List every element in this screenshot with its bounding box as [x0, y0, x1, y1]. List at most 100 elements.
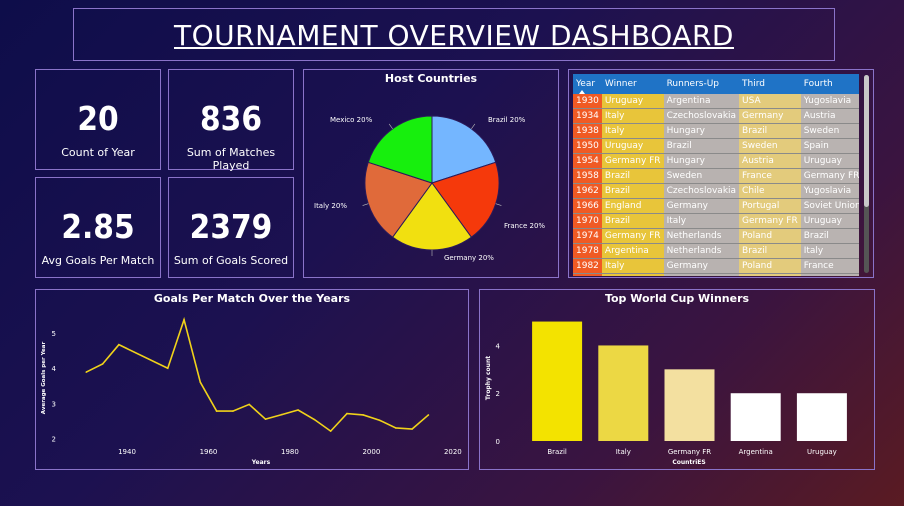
line-data-point: [297, 409, 299, 411]
line-data-point: [378, 419, 381, 422]
category-label: Uruguay: [807, 448, 837, 456]
host-countries-panel[interactable]: Host Countries Brazil 20% France 20% Germa…: [303, 69, 559, 278]
table-cell: Italy: [601, 123, 664, 139]
table-cell: Brazil: [601, 183, 664, 199]
table-viewport[interactable]: Year Winner Runners-Up Third Fourth 1930 Urug…: [573, 74, 859, 276]
line-data-point: [411, 428, 413, 430]
table-row[interactable]: 1966 England Germany Portugal Soviet Union: [573, 198, 859, 214]
table-cell: 1954: [573, 153, 602, 169]
x-tick-label: 1940: [118, 448, 136, 456]
line-data-point: [313, 418, 316, 421]
column-header[interactable]: Runners-Up: [663, 74, 740, 94]
table-row[interactable]: 1938 Italy Hungary Brazil Sweden: [573, 123, 859, 139]
table-row[interactable]: 1950 Uruguay Brazil Sweden Spain: [573, 138, 859, 154]
column-header[interactable]: Third: [739, 74, 801, 94]
y-tick-label: 4: [496, 342, 501, 350]
table-cell: Germany FR: [800, 168, 859, 184]
table-cell: Uruguay: [800, 213, 859, 229]
table-cell: Poland: [739, 228, 801, 244]
kpi-value: 2379: [189, 207, 273, 246]
column-header[interactable]: Fourth: [800, 74, 859, 94]
table-row[interactable]: 1982 Italy Germany Poland France: [573, 258, 859, 274]
table-cell: 1970: [573, 213, 602, 229]
kpi-card-goals-scored[interactable]: 2379 Sum of Goals Scored: [168, 177, 294, 278]
top-winners-panel[interactable]: Top World Cup Winners 0 2 4 Brazil Italy Germ…: [479, 289, 875, 470]
y-axis-label: Trophy count: [485, 356, 492, 400]
y-tick-label: 4: [52, 365, 57, 373]
dashboard-title: TOURNAMENT OVERVIEW DASHBOARD: [174, 19, 734, 52]
kpi-label: Sum of Matches Played: [186, 146, 276, 172]
table-row[interactable]: 1970 Brazil Italy Germany FR Uruguay: [573, 213, 859, 229]
table-cell: Italy: [601, 258, 664, 274]
table-cell: Uruguay: [800, 153, 859, 169]
column-header[interactable]: Year: [573, 74, 602, 94]
line-data-point: [427, 414, 430, 416]
table-cell: Germany: [663, 198, 740, 214]
category-label: Germany FR: [668, 448, 711, 456]
y-tick-label: 3: [52, 400, 56, 408]
column-header-label: Third: [742, 79, 766, 89]
table-cell: Brazil: [739, 123, 801, 139]
kpi-value: 836: [200, 99, 262, 138]
line-data-point: [215, 410, 218, 412]
table-cell: Netherlands: [663, 228, 740, 244]
table-cell: Sweden: [800, 123, 859, 139]
line-data-point: [199, 381, 202, 384]
line-data-point: [85, 371, 88, 373]
kpi-label: Sum of Goals Scored: [173, 254, 289, 267]
results-table-panel[interactable]: Year Winner Runners-Up Third Fourth 1930 Urug…: [568, 69, 874, 278]
line-data-point: [395, 427, 397, 429]
table-row[interactable]: 1930 Uruguay Argentina USA Yugoslavia: [573, 94, 859, 109]
table-scrollbar[interactable]: [864, 75, 869, 273]
table-row[interactable]: 1954 Germany FR Hungary Austria Uruguay: [573, 153, 859, 169]
table-cell: 1986: [573, 273, 602, 276]
table-row[interactable]: 1974 Germany FR Netherlands Poland Brazil: [573, 228, 859, 244]
table-row[interactable]: 1934 Italy Czechoslovakia Germany Austria: [573, 108, 859, 124]
table-cell: Czechoslovakia: [663, 183, 740, 199]
x-tick-label: 2000: [362, 448, 380, 456]
kpi-card-count-of-year[interactable]: 20 Count of Year: [35, 69, 161, 170]
table-cell: Germany: [739, 108, 801, 124]
line-chart[interactable]: 2 3 4 5 1940 1960 1980 2000 2020 Years Average Goa…: [36, 290, 468, 469]
table-cell: USA: [739, 94, 801, 109]
table-cell: Chile: [739, 183, 801, 199]
line-data-point: [118, 343, 120, 346]
scrollbar-thumb[interactable]: [864, 75, 869, 207]
x-axis-label: Years: [251, 459, 271, 466]
table-row[interactable]: 1978 Argentina Netherlands Brazil Italy: [573, 243, 859, 259]
kpi-value: 20: [77, 99, 119, 138]
bar-chart[interactable]: 0 2 4 Brazil Italy Germany FR Argentina Uruguay…: [480, 290, 874, 469]
bar: [598, 345, 649, 441]
table-cell: Uruguay: [601, 138, 664, 154]
table-row[interactable]: 1958 Brazil Sweden France Germany FR: [573, 168, 859, 184]
kpi-card-matches-played[interactable]: 836 Sum of Matches Played: [168, 69, 294, 172]
line-data-point: [280, 413, 283, 416]
title-box: TOURNAMENT OVERVIEW DASHBOARD: [73, 8, 835, 61]
table-cell: Spain: [800, 138, 859, 154]
line-data-point: [329, 430, 332, 432]
table-cell: Sweden: [663, 168, 740, 184]
line-data-point: [166, 367, 169, 370]
line-data-point: [346, 412, 348, 415]
kpi-value: 2.85: [61, 207, 135, 246]
pie-chart[interactable]: Brazil 20% France 20% Germany 20% Italy 20%…: [304, 70, 558, 277]
column-header[interactable]: Winner: [601, 74, 664, 94]
table-cell: 1974: [573, 228, 602, 244]
table-cell: 1982: [573, 258, 602, 274]
sort-ascending-icon[interactable]: [579, 90, 585, 94]
table-row[interactable]: 1986ArgentinaGermanyFranceBelgium: [573, 273, 859, 276]
column-header-label: Runners-Up: [666, 79, 720, 89]
line-data-point: [362, 414, 365, 416]
column-header-label: Year: [576, 79, 596, 89]
kpi-card-avg-goals[interactable]: 2.85 Avg Goals Per Match: [35, 177, 161, 278]
x-tick-label: 1980: [281, 448, 299, 456]
y-tick-label: 2: [52, 435, 56, 443]
table-row[interactable]: 1962 Brazil Czechoslovakia Chile Yugoslavia: [573, 183, 859, 199]
pie-leader-line: [495, 203, 502, 206]
table-cell: France: [800, 258, 859, 274]
goals-per-match-panel[interactable]: Goals Per Match Over the Years 2 3 4 5 1940 1…: [35, 289, 469, 470]
table-cell: Germany FR: [601, 153, 664, 169]
kpi-label: Count of Year: [61, 146, 135, 159]
line-data-point: [232, 410, 234, 412]
pie-slice-label: France 20%: [504, 222, 545, 230]
